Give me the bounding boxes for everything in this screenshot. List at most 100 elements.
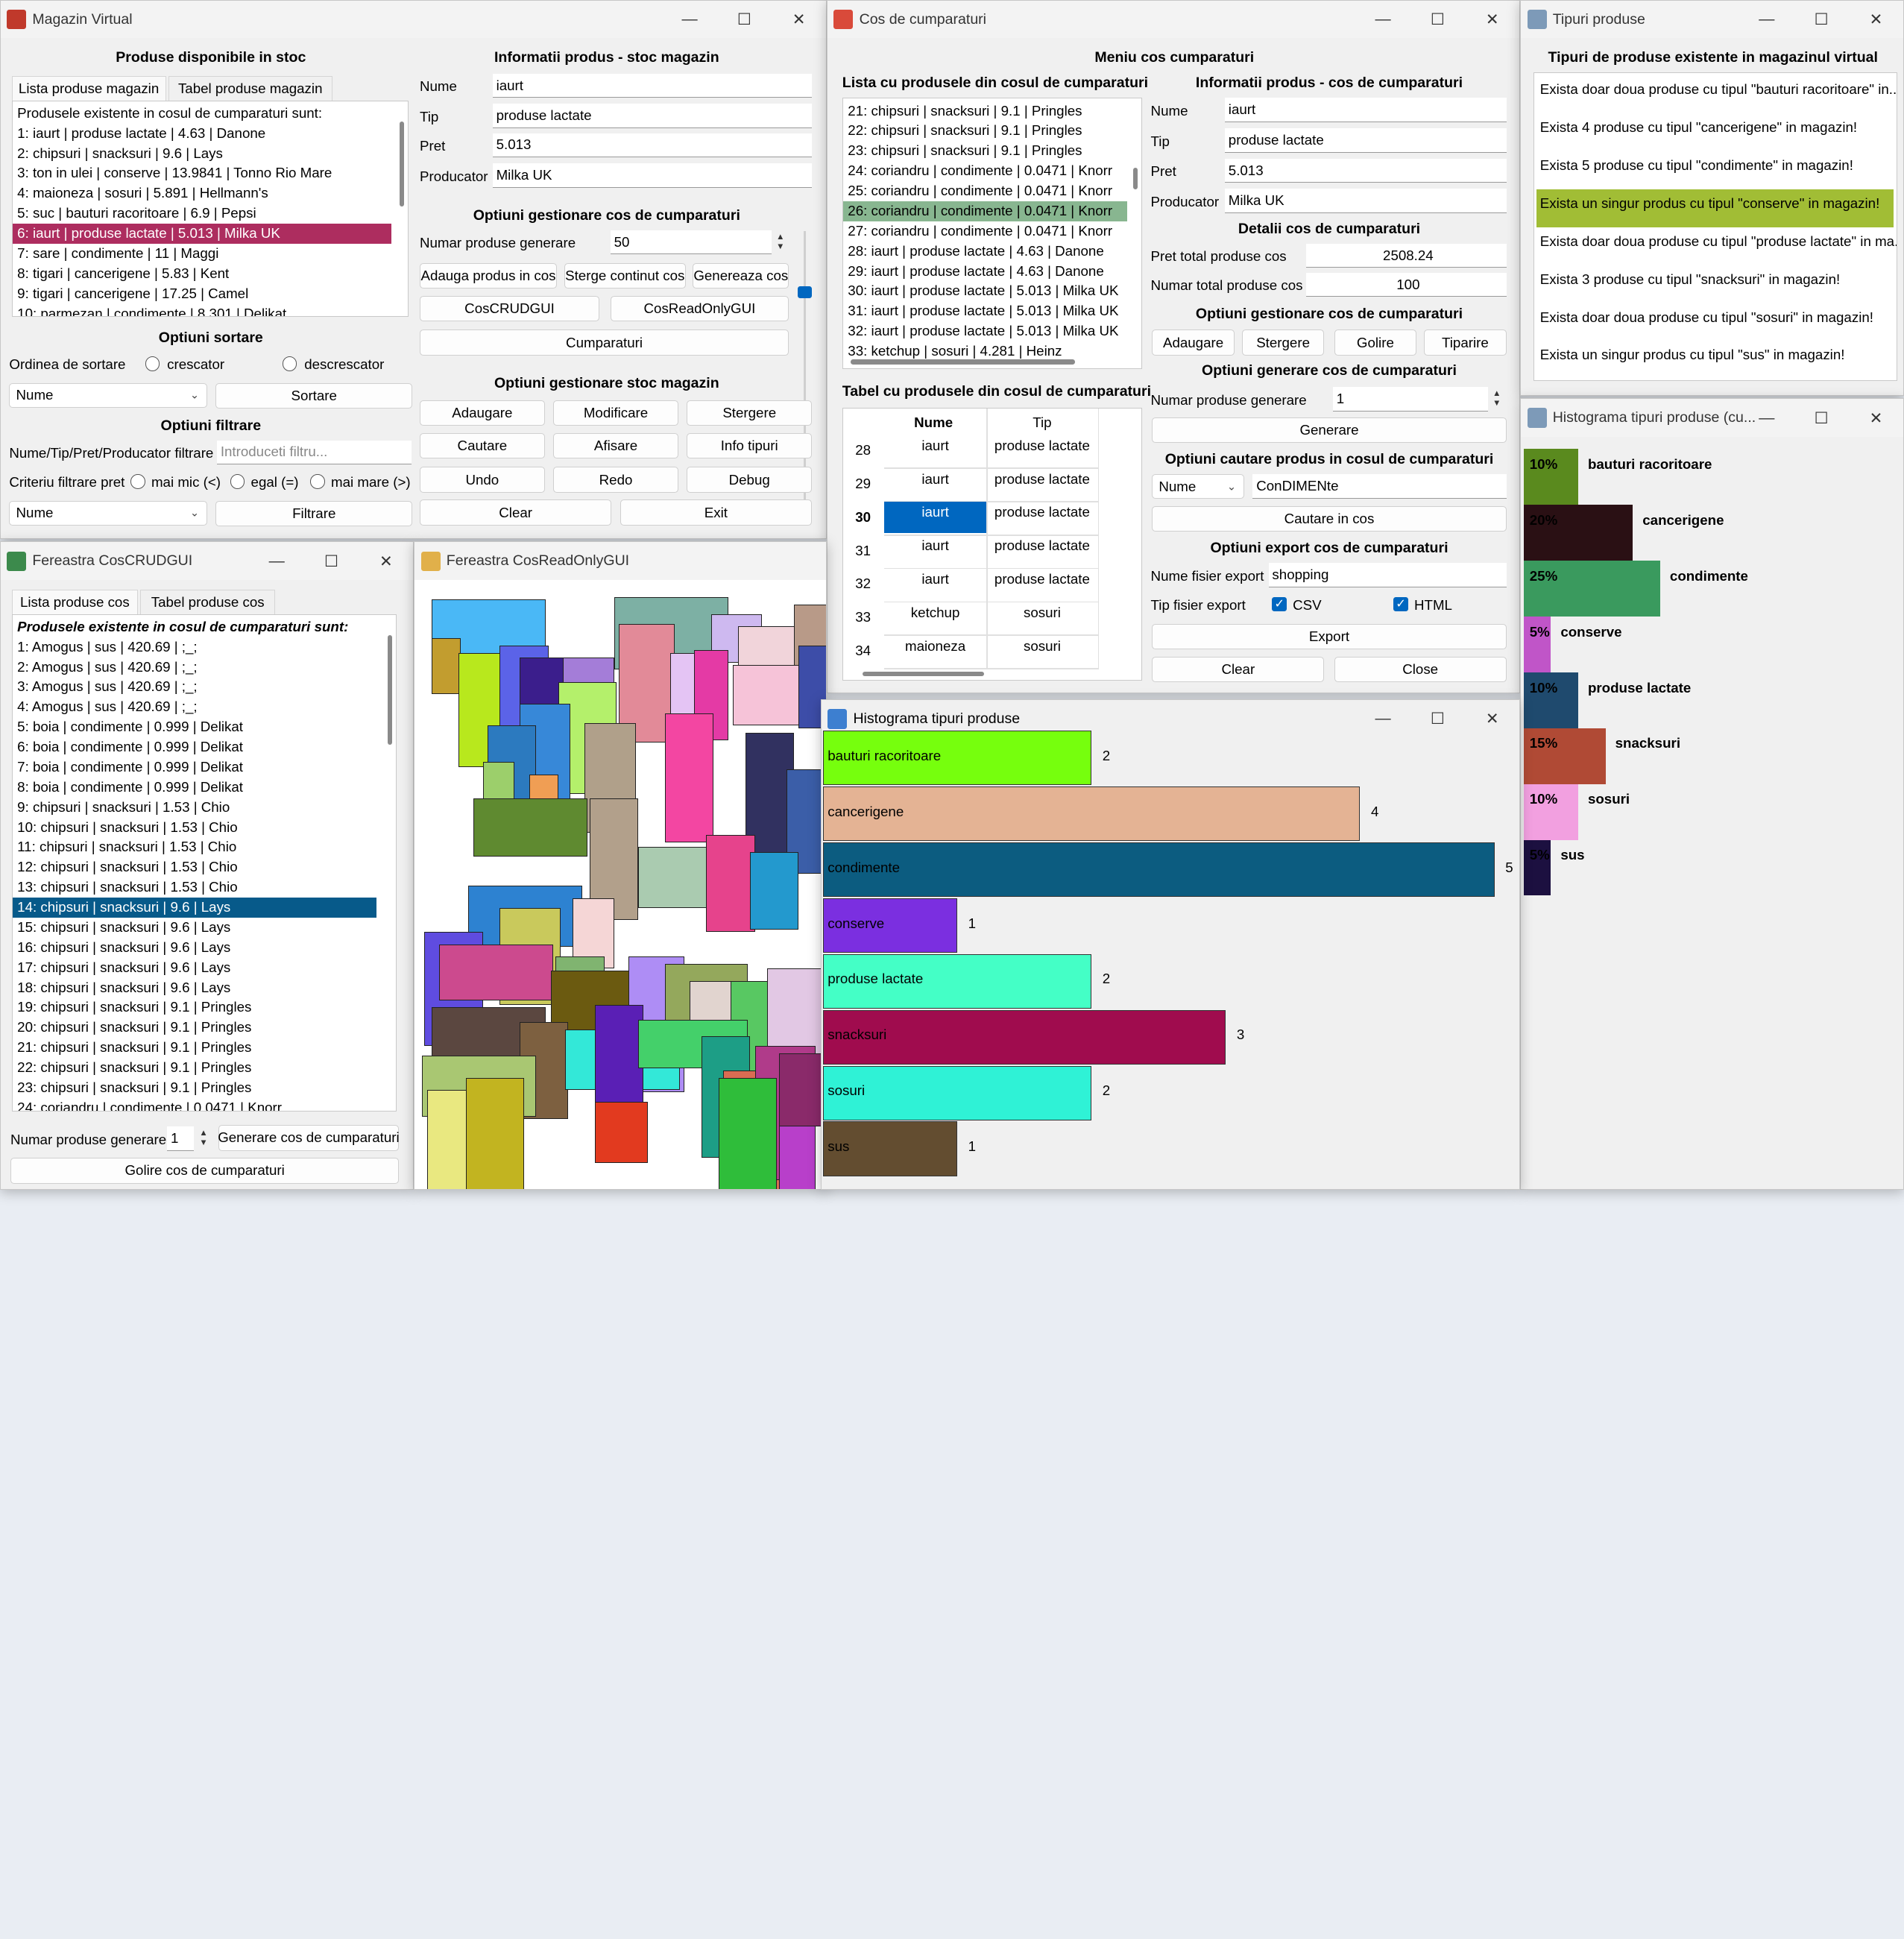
list-item[interactable]: 1: iaurt | produse lactate | 4.63 | Dano…: [13, 124, 409, 144]
search-button[interactable]: Cautare: [419, 432, 545, 459]
list-item[interactable]: Exista doar doua produse cu tipul "sosur…: [1536, 303, 1894, 341]
generate-count-field[interactable]: 50: [610, 230, 772, 255]
cos-crud-button[interactable]: CosCRUDGUI: [419, 295, 600, 322]
export-name-field[interactable]: shopping: [1268, 563, 1507, 587]
scrollbar[interactable]: [1132, 101, 1139, 366]
list-item[interactable]: Exista un singur produs cu tipul "sus" i…: [1536, 341, 1894, 379]
list-item[interactable]: 18: chipsuri | snacksuri | 9.6 | Lays: [13, 978, 396, 998]
table-cell-name[interactable]: iaurt: [884, 535, 986, 567]
list-item[interactable]: Produsele existente in cosul de cumparat…: [13, 104, 409, 124]
minimize-icon[interactable]: —: [250, 542, 304, 579]
minimize-icon[interactable]: —: [662, 1, 716, 38]
generate-count-field[interactable]: 1: [167, 1126, 194, 1151]
filter-input[interactable]: Introduceti filtru...: [216, 440, 412, 465]
list-item[interactable]: 22: chipsuri | snacksuri | 9.1 | Pringle…: [13, 1058, 396, 1078]
crud-product-list[interactable]: Produsele existente in cosul de cumparat…: [11, 614, 397, 1112]
list-item[interactable]: Exista 4 produse cu tipul "cancerigene" …: [1536, 113, 1894, 151]
scrollbar[interactable]: [386, 617, 394, 1109]
maximize-icon[interactable]: ☐: [1794, 399, 1849, 436]
list-item[interactable]: 20: chipsuri | snacksuri | 9.1 | Pringle…: [13, 1018, 396, 1038]
list-item[interactable]: 12: chipsuri | snacksuri | 1.53 | Chio: [13, 857, 396, 877]
table-cell-name[interactable]: iaurt: [884, 435, 986, 467]
csv-checkbox[interactable]: ✓: [1272, 596, 1287, 612]
list-item[interactable]: Exista un singur produs cu tipul "conser…: [1536, 189, 1894, 227]
scrollbar[interactable]: [845, 359, 1139, 366]
show-button[interactable]: Afisare: [553, 432, 678, 459]
minimize-icon[interactable]: —: [1739, 399, 1794, 436]
price-field[interactable]: 5.013: [1224, 158, 1507, 183]
generate-count-stepper[interactable]: ▲ ▼: [773, 233, 788, 252]
list-item[interactable]: Exista 5 produse cu tipul "condimente" i…: [1536, 151, 1894, 189]
maximize-icon[interactable]: ☐: [717, 1, 772, 38]
list-item[interactable]: 24: coriandru | condimente | 0.0471 | Kn…: [13, 1098, 396, 1112]
row-header[interactable]: 29: [843, 476, 883, 492]
clear-button[interactable]: Clear: [419, 499, 612, 526]
row-header[interactable]: 31: [843, 543, 883, 559]
generate-cart-button[interactable]: Generare cos de cumparaturi: [218, 1125, 400, 1151]
column-header-name[interactable]: Nume: [883, 414, 984, 431]
list-item[interactable]: 25: coriandru | condimente | 0.0471 | Kn…: [843, 181, 1141, 201]
list-item[interactable]: 1: Amogus | sus | 420.69 | ;_;: [13, 637, 396, 658]
add-to-cart-button[interactable]: Adauga produs in cos: [419, 262, 558, 289]
row-header[interactable]: 32: [843, 576, 883, 592]
list-item[interactable]: 16: chipsuri | snacksuri | 9.6 | Lays: [13, 938, 396, 958]
list-item[interactable]: 24: coriandru | condimente | 0.0471 | Kn…: [843, 161, 1141, 181]
generate-count-field[interactable]: 1: [1332, 386, 1489, 412]
list-item[interactable]: 17: chipsuri | snacksuri | 9.6 | Lays: [13, 958, 396, 978]
sort-desc-radio[interactable]: [282, 356, 297, 371]
maximize-icon[interactable]: ☐: [1794, 1, 1849, 38]
name-field[interactable]: iaurt: [492, 73, 813, 98]
cos-readonly-button[interactable]: CosReadOnlyGUI: [610, 295, 789, 322]
list-item[interactable]: 27: coriandru | condimente | 0.0471 | Kn…: [843, 221, 1141, 242]
list-item[interactable]: 23: chipsuri | snacksuri | 9.1 | Pringle…: [13, 1078, 396, 1098]
list-item[interactable]: 8: boia | condimente | 0.999 | Delikat: [13, 778, 396, 798]
generate-count-stepper[interactable]: ▲ ▼: [1490, 389, 1504, 409]
list-item[interactable]: 9: chipsuri | snacksuri | 1.53 | Chio: [13, 798, 396, 818]
table-cell-name[interactable]: iaurt: [884, 502, 986, 534]
sort-button[interactable]: Sortare: [215, 383, 413, 409]
table-cell-name[interactable]: iaurt: [884, 569, 986, 600]
scrollbar[interactable]: [845, 670, 1139, 678]
close-icon[interactable]: ✕: [1849, 399, 1903, 436]
tab-lista-produse[interactable]: Lista produse magazin: [11, 75, 166, 101]
type-field[interactable]: produse lactate: [1224, 128, 1507, 153]
close-icon[interactable]: ✕: [359, 542, 413, 579]
print-button[interactable]: Tiparire: [1424, 330, 1507, 356]
list-item[interactable]: 22: chipsuri | snacksuri | 9.1 | Pringle…: [843, 121, 1141, 141]
list-item[interactable]: 32: iaurt | produse lactate | 5.013 | Mi…: [843, 321, 1141, 341]
list-item[interactable]: 10: parmezan | condimente | 8.301 | Deli…: [13, 304, 409, 316]
list-item[interactable]: 31: iaurt | produse lactate | 5.013 | Mi…: [843, 301, 1141, 321]
list-item[interactable]: 21: chipsuri | snacksuri | 9.1 | Pringle…: [843, 101, 1141, 122]
list-item[interactable]: 30: iaurt | produse lactate | 5.013 | Mi…: [843, 281, 1141, 301]
table-cell-type[interactable]: sosuri: [986, 638, 1098, 655]
list-item[interactable]: 15: chipsuri | snacksuri | 9.6 | Lays: [13, 918, 396, 938]
stock-product-list[interactable]: Produsele existente in cosul de cumparat…: [11, 100, 409, 317]
generate-button[interactable]: Generare: [1152, 417, 1507, 443]
delete-button[interactable]: Stergere: [687, 400, 813, 426]
table-cell-name[interactable]: iaurt: [884, 468, 986, 499]
list-item[interactable]: 26: coriandru | condimente | 0.0471 | Kn…: [842, 201, 1127, 221]
type-field[interactable]: produse lactate: [492, 104, 813, 129]
column-header-type[interactable]: Tip: [986, 414, 1098, 431]
search-input[interactable]: ConDIMENte: [1252, 474, 1507, 499]
list-item[interactable]: 7: sare | condimente | 11 | Maggi: [13, 244, 409, 264]
tab-tabel-produse[interactable]: Tabel produse magazin: [168, 75, 332, 101]
list-item[interactable]: 13: chipsuri | snacksuri | 1.53 | Chio: [13, 877, 396, 898]
equal-radio[interactable]: [230, 474, 245, 489]
list-item[interactable]: 23: chipsuri | snacksuri | 9.1 | Pringle…: [843, 141, 1141, 161]
less-radio[interactable]: [130, 474, 145, 489]
debug-button[interactable]: Debug: [687, 467, 813, 493]
info-types-button[interactable]: Info tipuri: [687, 432, 813, 459]
generate-count-stepper[interactable]: ▲ ▼: [196, 1129, 211, 1148]
tab-tabel-produse-cos[interactable]: Tabel produse cos: [140, 590, 276, 614]
list-item[interactable]: 28: iaurt | produse lactate | 4.63 | Dan…: [843, 242, 1141, 262]
close-icon[interactable]: ✕: [1849, 1, 1903, 38]
list-item[interactable]: 6: iaurt | produse lactate | 5.013 | Mil…: [12, 224, 391, 244]
list-item[interactable]: 5: suc | bauturi racoritoare | 6.9 | Pep…: [13, 204, 409, 224]
list-item[interactable]: 4: maioneza | sosuri | 5.891 | Hellmann'…: [13, 183, 409, 204]
list-item[interactable]: 29: iaurt | produse lactate | 4.63 | Dan…: [843, 262, 1141, 282]
list-item[interactable]: 21: chipsuri | snacksuri | 9.1 | Pringle…: [13, 1038, 396, 1058]
filter-button[interactable]: Filtrare: [215, 501, 413, 527]
minimize-icon[interactable]: —: [1739, 1, 1794, 38]
sort-asc-radio[interactable]: [145, 356, 160, 371]
